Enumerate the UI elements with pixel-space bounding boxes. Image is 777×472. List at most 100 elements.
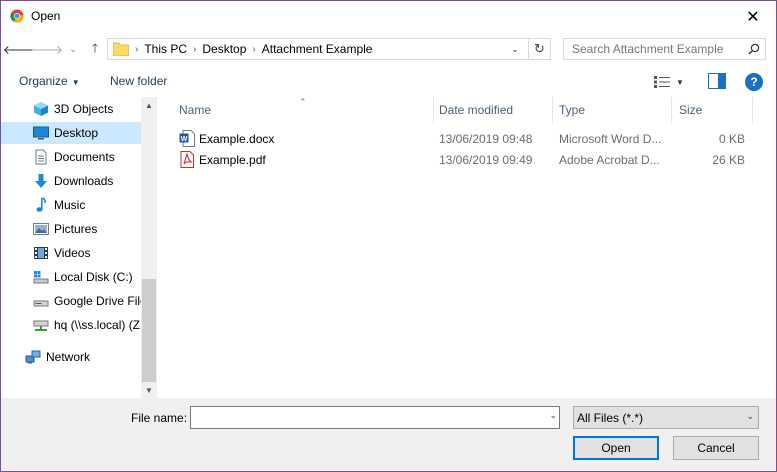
pdf-icon: [180, 151, 194, 168]
nav-item-label: hq (\\ss.local) (Z: [54, 318, 141, 332]
breadcrumb-separator: ›: [135, 43, 139, 55]
search-input[interactable]: Search Attachment Example: [563, 38, 766, 60]
change-view-button[interactable]: ▼: [654, 73, 692, 91]
nav-item-label: Pictures: [54, 222, 98, 236]
column-header-size[interactable]: Size: [679, 97, 702, 123]
search-icon: [743, 39, 765, 59]
breadcrumb-attachment-example[interactable]: Attachment Example: [262, 42, 373, 56]
caret-down-icon: ▼: [71, 78, 80, 87]
close-button[interactable]: ✕: [730, 1, 776, 32]
nav-item-label: 3D Objects: [54, 102, 114, 116]
nav-item-3d-objects[interactable]: 3D Objects: [1, 98, 141, 120]
nav-item-desktop[interactable]: Desktop: [1, 122, 141, 144]
scroll-down-icon: ▼: [145, 385, 153, 395]
forward-button[interactable]: 🡒: [31, 39, 63, 59]
file-name: Example.docx: [199, 132, 275, 146]
search-placeholder: Search Attachment Example: [572, 42, 724, 56]
window-title: Open: [31, 9, 61, 23]
file-name: Example.pdf: [199, 153, 266, 167]
file-date: 13/06/2019 09:48: [439, 132, 533, 146]
breadcrumb-this-pc[interactable]: This PC: [144, 42, 187, 56]
navigation-pane: 3D Objects Desktop Documents Downloads M…: [1, 97, 157, 398]
nav-pane-scrollbar[interactable]: ▲ ▼: [141, 97, 157, 398]
nav-item-videos[interactable]: Videos: [1, 242, 141, 264]
nav-item-pictures[interactable]: Pictures: [1, 218, 141, 240]
music-icon: [36, 197, 47, 212]
column-header-date-modified[interactable]: Date modified: [439, 97, 513, 123]
nav-item-label: Desktop: [54, 126, 99, 140]
open-file-dialog: Open ✕ 🡐 🡒 ⌄ 🡑 › This PC › Desktop › Att…: [0, 0, 777, 472]
network-drive-icon: [33, 320, 49, 331]
organize-menu[interactable]: Organize ▼: [19, 74, 80, 88]
column-divider[interactable]: [752, 97, 753, 123]
file-row[interactable]: W Example.docx 13/06/2019 09:48 Microsof…: [159, 129, 759, 149]
scroll-up-button[interactable]: ▲: [141, 97, 157, 113]
nav-item-google-drive[interactable]: Google Drive File: [1, 290, 141, 312]
nav-item-music[interactable]: Music: [1, 194, 141, 216]
folder-icon: [113, 42, 129, 56]
breadcrumb-desktop[interactable]: Desktop: [202, 42, 246, 56]
column-header-label: Date modified: [439, 103, 514, 117]
address-bar[interactable]: › This PC › Desktop › Attachment Example…: [107, 38, 551, 60]
nav-item-label: Google Drive File: [54, 294, 141, 308]
network-icon: [25, 350, 41, 364]
3d-objects-icon: [34, 102, 48, 116]
nav-item-label: Videos: [54, 246, 91, 260]
file-name-input[interactable]: ⌄: [190, 406, 560, 429]
chevron-down-icon: ⌄: [746, 411, 754, 421]
up-button[interactable]: 🡑: [85, 39, 105, 59]
back-button[interactable]: 🡐: [3, 39, 35, 59]
scroll-down-button[interactable]: ▼: [141, 382, 157, 398]
videos-icon: [34, 247, 48, 259]
column-header-name[interactable]: Name: [179, 97, 211, 123]
dialog-footer: File name: ⌄ All Files (*.*) ⌄ Open Canc…: [1, 398, 776, 471]
sort-ascending-icon: ⌃: [299, 97, 307, 107]
documents-icon: [35, 149, 47, 165]
new-folder-label: New folder: [110, 74, 168, 88]
new-folder-button[interactable]: New folder: [110, 74, 167, 88]
file-name-label: File name:: [131, 411, 188, 425]
chevron-down-icon: ⌄: [69, 43, 77, 54]
cancel-button[interactable]: Cancel: [673, 436, 759, 460]
nav-item-label: Network: [46, 350, 91, 364]
column-divider[interactable]: [671, 97, 672, 123]
file-list: ⌃ Name Date modified Type Size W Example…: [159, 97, 776, 398]
nav-item-local-disk[interactable]: Local Disk (C:): [1, 266, 141, 288]
nav-item-downloads[interactable]: Downloads: [1, 170, 141, 192]
file-type-select[interactable]: All Files (*.*) ⌄: [573, 406, 759, 429]
chrome-icon: [10, 9, 24, 23]
recent-locations-button[interactable]: ⌄: [63, 39, 83, 59]
nav-item-network[interactable]: Network: [1, 346, 141, 368]
desktop-icon: [33, 126, 49, 140]
file-size: 26 KB: [712, 153, 745, 167]
scroll-thumb[interactable]: [142, 279, 156, 382]
preview-pane-icon[interactable]: [708, 73, 726, 89]
address-history-dropdown[interactable]: ⌄: [506, 39, 524, 59]
help-button[interactable]: ?: [745, 73, 763, 91]
up-arrow-icon: 🡑: [91, 40, 99, 55]
column-header-label: Name: [179, 103, 212, 117]
file-size: 0 KB: [718, 132, 745, 146]
drive-icon: [33, 300, 49, 307]
caret-down-icon: ▼: [676, 77, 684, 87]
title-bar: Open ✕: [1, 1, 776, 32]
open-button[interactable]: Open: [573, 436, 659, 460]
organize-label: Organize: [19, 74, 68, 88]
pictures-icon: [33, 223, 49, 235]
nav-item-documents[interactable]: Documents: [1, 146, 141, 168]
column-divider[interactable]: [552, 97, 553, 123]
local-disk-icon: [33, 271, 49, 284]
help-icon: ?: [750, 75, 758, 89]
refresh-button[interactable]: ↻: [528, 39, 550, 59]
nav-item-label: Documents: [54, 150, 115, 164]
scroll-up-icon: ▲: [145, 100, 153, 110]
column-header-type[interactable]: Type: [559, 97, 585, 123]
nav-item-network-drive[interactable]: hq (\\ss.local) (Z: [1, 314, 141, 336]
file-type: Adobe Acrobat D...: [559, 153, 660, 167]
column-divider[interactable]: [433, 97, 434, 123]
refresh-icon: ↻: [534, 41, 545, 56]
chevron-down-icon[interactable]: ⌄: [549, 410, 557, 421]
file-row[interactable]: Example.pdf 13/06/2019 09:49 Adobe Acrob…: [159, 150, 759, 170]
svg-text:W: W: [181, 136, 188, 143]
open-button-label: Open: [601, 441, 631, 455]
